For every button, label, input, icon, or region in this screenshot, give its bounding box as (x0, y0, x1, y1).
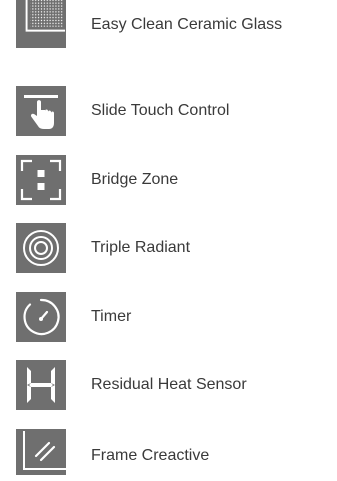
ceramic-glass-icon (16, 0, 66, 48)
slide-touch-icon (16, 86, 66, 136)
feature-label: Frame Creactive (91, 447, 210, 464)
feature-label: Slide Touch Control (91, 102, 230, 119)
bridge-zone-icon (16, 155, 66, 205)
timer-icon (16, 292, 66, 342)
triple-radiant-icon (16, 223, 66, 273)
feature-item-timer: Timer (16, 292, 337, 342)
feature-item-bridge-zone: Bridge Zone (16, 155, 337, 205)
feature-item-triple-radiant: Triple Radiant (16, 223, 337, 273)
frame-icon (16, 429, 66, 475)
feature-label: Bridge Zone (91, 171, 179, 188)
feature-item-frame: Frame Creactive (16, 429, 337, 475)
feature-label: Easy Clean Ceramic Glass (91, 16, 283, 33)
feature-label: Residual Heat Sensor (91, 376, 247, 393)
feature-item-residual-heat: Residual Heat Sensor (16, 360, 337, 410)
feature-label: Triple Radiant (91, 239, 191, 256)
feature-list: Easy Clean Ceramic Glass Slide Touch Con… (0, 0, 337, 475)
feature-item-slide-touch: Slide Touch Control (16, 86, 337, 136)
feature-label: Timer (91, 308, 132, 325)
feature-item-ceramic-glass: Easy Clean Ceramic Glass (16, 0, 337, 50)
residual-heat-icon (16, 360, 66, 410)
